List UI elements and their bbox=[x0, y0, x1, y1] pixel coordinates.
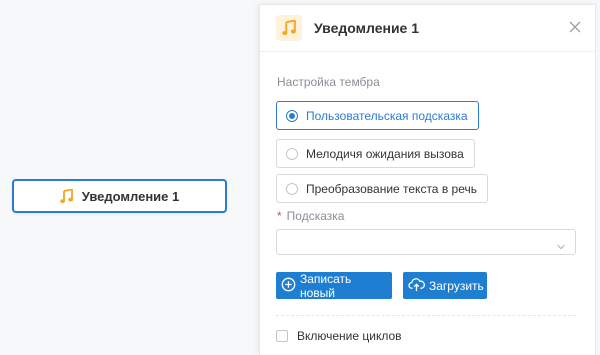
close-icon[interactable] bbox=[567, 19, 583, 35]
radio-text-to-speech[interactable]: Преобразование текста в речь bbox=[276, 174, 488, 203]
radio-label: Преобразование текста в речь bbox=[306, 181, 477, 196]
prompt-select[interactable] bbox=[276, 229, 576, 255]
prompt-label-text: Подсказка bbox=[286, 209, 345, 223]
loop-checkbox-label: Включение циклов bbox=[297, 329, 402, 343]
tone-section-label: Настройка тембра bbox=[277, 75, 380, 89]
node-label: Уведомление 1 bbox=[81, 188, 180, 204]
radio-label: Пользовательская подсказка bbox=[306, 108, 468, 123]
required-mark: * bbox=[277, 209, 282, 223]
plus-circle-icon bbox=[281, 277, 296, 295]
loop-checkbox[interactable] bbox=[276, 330, 288, 342]
flow-node-notification[interactable]: Уведомление 1 bbox=[12, 179, 227, 213]
radio-label: Мелодичя ожидания вызова bbox=[306, 146, 464, 161]
panel-body: Настройка тембра bbox=[260, 52, 595, 91]
panel-title: Уведомление 1 bbox=[314, 20, 420, 36]
radio-custom-prompt[interactable]: Пользовательская подсказка bbox=[276, 101, 479, 130]
music-note-icon bbox=[59, 188, 74, 204]
divider bbox=[276, 315, 576, 316]
cloud-upload-icon bbox=[408, 277, 425, 295]
loop-checkbox-row[interactable]: Включение циклов bbox=[276, 329, 402, 343]
radio-button-icon bbox=[286, 182, 298, 195]
music-note-icon bbox=[276, 15, 302, 41]
properties-panel: Уведомление 1 Настройка тембра Пользоват… bbox=[259, 4, 596, 355]
record-new-label: Записать новый bbox=[300, 271, 352, 300]
radio-button-icon bbox=[286, 147, 298, 160]
record-new-button[interactable]: Записать новый bbox=[276, 271, 392, 300]
radio-hold-melody[interactable]: Мелодичя ожидания вызова bbox=[276, 139, 475, 168]
radio-button-icon bbox=[286, 109, 298, 122]
chevron-down-icon bbox=[556, 238, 566, 256]
panel-header: Уведомление 1 bbox=[260, 5, 595, 52]
prompt-field-label: * Подсказка bbox=[277, 209, 344, 223]
upload-button[interactable]: Загрузить bbox=[403, 272, 487, 299]
upload-label: Загрузить bbox=[429, 278, 484, 293]
